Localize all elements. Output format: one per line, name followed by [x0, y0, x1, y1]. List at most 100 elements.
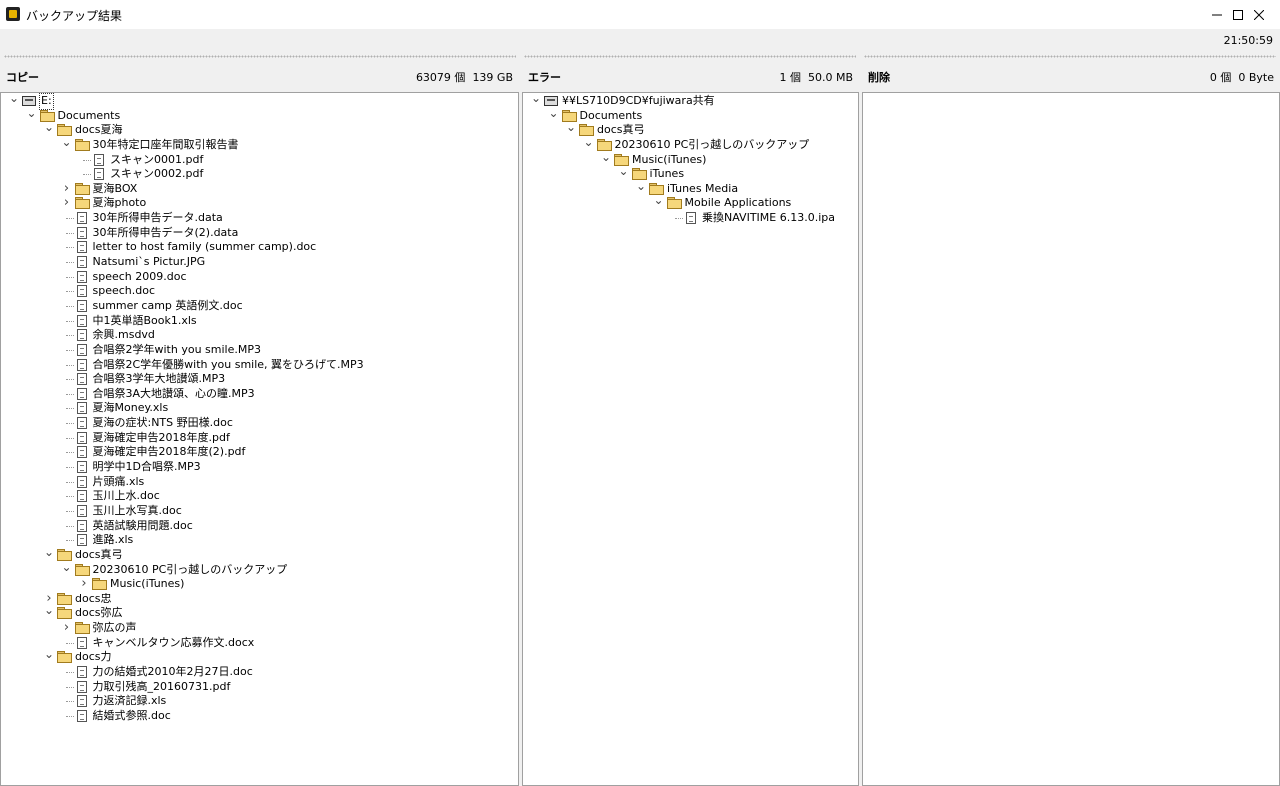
tree-folder-item[interactable]: › Music(iTunes) [1, 577, 518, 592]
tree-file-item[interactable]: letter to host family (summer camp).doc [1, 240, 518, 255]
tree-folder-item[interactable]: ⌄ docs力 [1, 648, 518, 665]
tree-folder-item[interactable]: › 夏海BOX [1, 182, 518, 197]
tree-file-item[interactable]: 合唱祭3A大地讃頌、心の瞳.MP3 [1, 387, 518, 402]
collapse-chevron-icon[interactable]: ⌄ [619, 165, 629, 182]
collapse-chevron-icon[interactable]: ⌄ [566, 121, 576, 138]
tree-drive-item[interactable]: ⌄ E: [1, 93, 518, 110]
file-icon [75, 402, 89, 415]
collapse-chevron-icon[interactable]: ⌄ [9, 93, 19, 109]
expand-chevron-icon[interactable]: › [79, 577, 89, 592]
collapse-chevron-icon[interactable]: ⌄ [636, 180, 646, 197]
tree-file-item[interactable]: キャンベルタウン応募作文.docx [1, 636, 518, 651]
tree-folder-item[interactable]: ⌄ Mobile Applications [523, 195, 858, 211]
tree-file-item[interactable]: 合唱祭2C学年優勝with you smile, 翼をひろげて.MP3 [1, 358, 518, 373]
tree-file-item[interactable]: 英語試験用問題.doc [1, 519, 518, 534]
collapse-chevron-icon[interactable]: ⌄ [44, 648, 54, 665]
tree-folder-item[interactable]: ⌄ iTunes [523, 165, 858, 182]
tree-folder-item[interactable]: ⌄ 20230610 PC引っ越しのバックアップ [1, 561, 518, 578]
tree-folder-item[interactable]: ⌄ docs弥広 [1, 605, 518, 621]
tree-file-item[interactable]: 余興.msdvd [1, 328, 518, 343]
copy-pane: コピー 63079 個 139 GB ⌄ E: ⌄ Documents ⌄ docs夏海 ⌄… [0, 62, 519, 786]
copy-size: 139 GB [472, 71, 513, 84]
tree-folder-item[interactable]: ⌄ 20230610 PC引っ越しのバックアップ [523, 136, 858, 153]
tree-item-label: 30年所得申告データ.data [92, 211, 223, 225]
collapse-chevron-icon[interactable]: ⌄ [44, 605, 54, 621]
tree-folder-item[interactable]: ⌄ 30年特定口座年間取引報告書 [1, 136, 518, 153]
delete-tree-view[interactable] [862, 92, 1280, 786]
collapse-chevron-icon[interactable]: ⌄ [44, 121, 54, 138]
tree-folder-item[interactable]: › 弥広の声 [1, 621, 518, 636]
tree-folder-item[interactable]: ⌄ iTunes Media [523, 180, 858, 197]
file-icon [75, 665, 89, 678]
tree-file-item[interactable]: 明学中1D合唱祭.MP3 [1, 460, 518, 475]
tree-guide-line [65, 335, 74, 337]
collapse-chevron-icon[interactable]: ⌄ [549, 107, 559, 124]
tree-item-label: 余興.msdvd [92, 328, 155, 342]
tree-file-item[interactable]: 進路.xls [1, 533, 518, 548]
file-icon [75, 680, 89, 693]
tree-file-item[interactable]: 力取引残高_20160731.pdf [1, 680, 518, 695]
tree-file-item[interactable]: 力返済記録.xls [1, 694, 518, 709]
tree-folder-item[interactable]: › docs忠 [1, 591, 518, 607]
file-icon [75, 285, 89, 298]
tree-file-item[interactable]: speech.doc [1, 284, 518, 299]
collapse-chevron-icon[interactable]: ⌄ [44, 546, 54, 563]
tree-file-item[interactable]: 30年所得申告データ.data [1, 211, 518, 226]
tree-file-item[interactable]: 玉川上水.doc [1, 489, 518, 504]
tree-file-item[interactable]: 夏海Money.xls [1, 401, 518, 416]
tree-file-item[interactable]: 片頭痛.xls [1, 475, 518, 490]
file-icon [75, 490, 89, 503]
tree-guide-line [65, 379, 74, 381]
tree-drive-item[interactable]: ⌄ ¥¥LS710D9CD¥fujiwara共有 [523, 93, 858, 109]
collapse-chevron-icon[interactable]: ⌄ [531, 93, 541, 109]
tree-file-item[interactable]: 乗換NAVITIME 6.13.0.ipa [523, 211, 858, 226]
copy-tree-view[interactable]: ⌄ E: ⌄ Documents ⌄ docs夏海 ⌄ 30年特定口座年間取引報告書 スキャン0… [0, 92, 519, 786]
tree-file-item[interactable]: 夏海確定申告2018年度(2).pdf [1, 445, 518, 460]
tree-file-item[interactable]: summer camp 英語例文.doc [1, 299, 518, 314]
tree-file-item[interactable]: 夏海確定申告2018年度.pdf [1, 431, 518, 446]
tree-file-item[interactable]: 力の結婚式2010年2月27日.doc [1, 665, 518, 680]
tree-file-item[interactable]: 合唱祭3学年大地讃頌.MP3 [1, 372, 518, 387]
collapse-chevron-icon[interactable]: ⌄ [654, 195, 664, 211]
tree-folder-item[interactable]: ⌄ Music(iTunes) [523, 151, 858, 168]
error-tree-view[interactable]: ⌄ ¥¥LS710D9CD¥fujiwara共有 ⌄ Documents ⌄ docs真弓… [522, 92, 859, 786]
copy-pane-title: コピー [6, 71, 39, 84]
collapse-chevron-icon[interactable]: ⌄ [601, 151, 611, 168]
tree-item-label: スキャン0001.pdf [110, 152, 204, 166]
tree-file-item[interactable]: Natsumi`s Pictur.JPG [1, 255, 518, 270]
delete-pane: 削除 0 個 0 Byte [862, 62, 1280, 786]
collapse-chevron-icon[interactable]: ⌄ [27, 107, 37, 124]
close-button[interactable] [1238, 0, 1280, 29]
tree-guide-line [65, 467, 74, 469]
splitter-grip-delete[interactable] [864, 55, 1276, 58]
tree-file-item[interactable]: 夏海の症状:NTS 野田様.doc [1, 416, 518, 431]
file-icon [75, 431, 89, 444]
tree-folder-item[interactable]: › 夏海photo [1, 196, 518, 211]
tree-file-item[interactable]: 合唱祭2学年with you smile.MP3 [1, 343, 518, 358]
tree-item-label: 明学中1D合唱祭.MP3 [92, 460, 201, 474]
splitter-grip-copy[interactable] [4, 55, 516, 58]
tree-file-item[interactable]: スキャン0002.pdf [1, 167, 518, 182]
tree-guide-line [65, 510, 74, 512]
tree-folder-item[interactable]: ⌄ docs夏海 [1, 121, 518, 138]
delete-pane-header: 削除 0 個 0 Byte [862, 62, 1280, 92]
expand-chevron-icon[interactable]: › [62, 196, 72, 211]
tree-folder-item[interactable]: ⌄ docs真弓 [1, 546, 518, 563]
collapse-chevron-icon[interactable]: ⌄ [584, 136, 594, 153]
collapse-chevron-icon[interactable]: ⌄ [62, 136, 72, 153]
tree-file-item[interactable]: 30年所得申告データ(2).data [1, 226, 518, 241]
collapse-chevron-icon[interactable]: ⌄ [62, 561, 72, 578]
splitter-grip-error[interactable] [524, 55, 856, 58]
tree-guide-line [65, 437, 74, 439]
tree-file-item[interactable]: 玉川上水写真.doc [1, 504, 518, 519]
tree-folder-item[interactable]: ⌄ docs真弓 [523, 121, 858, 138]
tree-folder-item[interactable]: ⌄ Documents [1, 107, 518, 124]
tree-file-item[interactable]: speech 2009.doc [1, 270, 518, 285]
tree-file-item[interactable]: 結婚式参照.doc [1, 709, 518, 724]
tree-file-item[interactable]: スキャン0001.pdf [1, 153, 518, 168]
tree-guide-line [83, 174, 91, 176]
expand-chevron-icon[interactable]: › [62, 621, 72, 636]
expand-chevron-icon[interactable]: › [62, 182, 72, 197]
tree-file-item[interactable]: 中1英単語Book1.xls [1, 314, 518, 329]
tree-item-label: 結婚式参照.doc [92, 708, 171, 722]
